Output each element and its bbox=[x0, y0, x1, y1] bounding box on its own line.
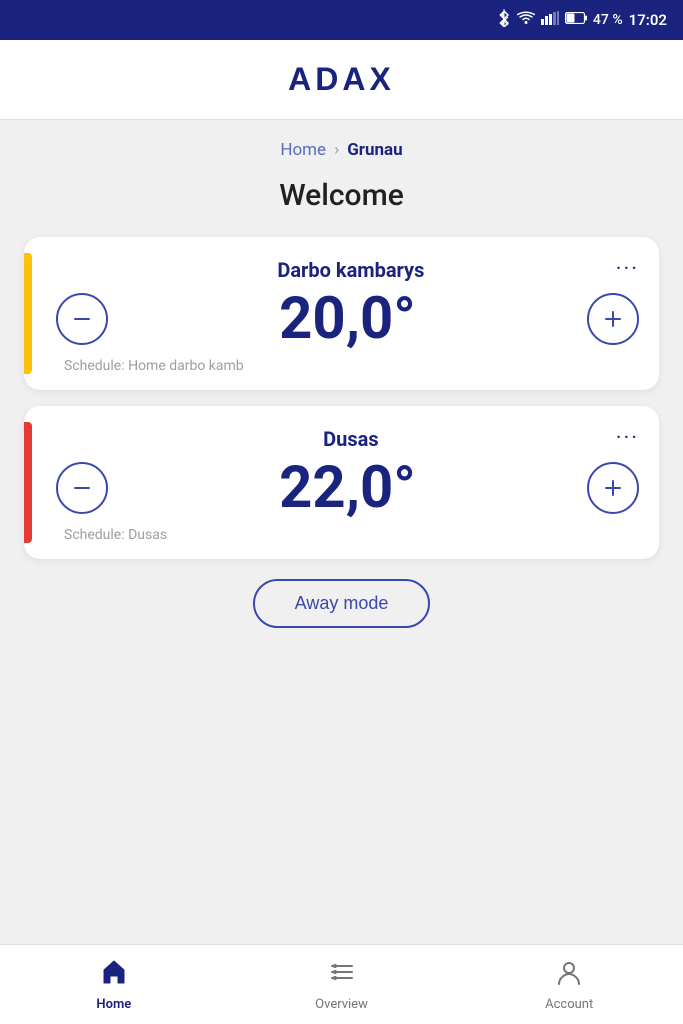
battery-percent: 47 % bbox=[593, 12, 623, 28]
device-name-1: Darbo kambarys bbox=[86, 258, 616, 282]
home-breadcrumb[interactable]: Home bbox=[280, 140, 326, 160]
account-nav-icon bbox=[555, 958, 583, 993]
welcome-title: Welcome bbox=[24, 178, 659, 213]
bluetooth-icon bbox=[497, 9, 511, 31]
home-nav-icon bbox=[100, 958, 128, 993]
increase-temp-2[interactable] bbox=[587, 462, 639, 514]
main-content: Home › Grunau Welcome Darbo kambarys ···… bbox=[0, 120, 683, 944]
device-controls-1: 20,0° bbox=[56, 290, 639, 348]
device-schedule-2: Schedule: Dusas bbox=[64, 527, 639, 543]
time-display: 17:02 bbox=[629, 11, 667, 29]
app-logo: ADAX bbox=[288, 61, 395, 98]
location-nav: Home › Grunau bbox=[24, 140, 659, 160]
temperature-display-2: 22,0° bbox=[279, 459, 416, 517]
increase-temp-1[interactable] bbox=[587, 293, 639, 345]
overview-nav-label: Overview bbox=[315, 997, 368, 1012]
device-header-1: Darbo kambarys ··· bbox=[56, 257, 639, 282]
breadcrumb-separator: › bbox=[334, 140, 339, 160]
current-location: Grunau bbox=[347, 140, 402, 160]
nav-item-account[interactable]: Account bbox=[455, 958, 683, 1012]
battery-icon bbox=[565, 12, 587, 28]
account-nav-label: Account bbox=[545, 997, 593, 1012]
device-card-2: Dusas ··· 22,0° Schedule: Dusas bbox=[24, 406, 659, 559]
temperature-display-1: 20,0° bbox=[279, 290, 416, 348]
device-schedule-1: Schedule: Home darbo kamb bbox=[64, 358, 639, 374]
device-card-1: Darbo kambarys ··· 20,0° Schedule: Home … bbox=[24, 237, 659, 390]
nav-item-home[interactable]: Home bbox=[0, 958, 228, 1012]
device-indicator-2 bbox=[24, 422, 32, 543]
device-name-2: Dusas bbox=[86, 427, 616, 451]
device-header-2: Dusas ··· bbox=[56, 426, 639, 451]
device-indicator-1 bbox=[24, 253, 32, 374]
away-mode-container: Away mode bbox=[24, 579, 659, 628]
away-mode-button[interactable]: Away mode bbox=[253, 579, 431, 628]
wifi-icon bbox=[517, 11, 535, 29]
app-header: ADAX bbox=[0, 40, 683, 120]
decrease-temp-1[interactable] bbox=[56, 293, 108, 345]
home-nav-label: Home bbox=[96, 997, 131, 1012]
decrease-temp-2[interactable] bbox=[56, 462, 108, 514]
device-menu-2[interactable]: ··· bbox=[616, 426, 639, 451]
status-bar-icons: 47 % 17:02 bbox=[497, 9, 667, 31]
device-controls-2: 22,0° bbox=[56, 459, 639, 517]
overview-nav-icon bbox=[328, 958, 356, 993]
bottom-nav: Home Overview Account bbox=[0, 944, 683, 1024]
nav-item-overview[interactable]: Overview bbox=[228, 958, 456, 1012]
status-bar: 47 % 17:02 bbox=[0, 0, 683, 40]
signal-icon bbox=[541, 11, 559, 29]
device-menu-1[interactable]: ··· bbox=[616, 257, 639, 282]
